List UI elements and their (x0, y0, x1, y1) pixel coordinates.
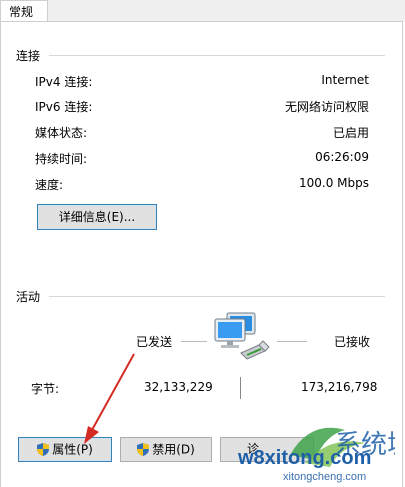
watermark-main: w8xitong.com (238, 447, 372, 469)
annotation-arrow (84, 353, 135, 444)
watermark-sub: xitongcheng.com (283, 471, 367, 483)
